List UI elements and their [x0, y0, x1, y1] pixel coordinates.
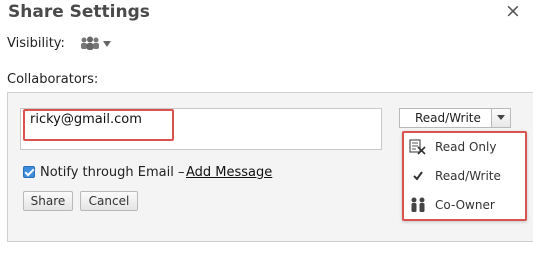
notify-checkbox[interactable] [23, 166, 35, 178]
collaborators-label: Collaborators: [7, 72, 99, 87]
menu-item-co-owner[interactable]: Co-Owner [404, 191, 525, 219]
share-button[interactable]: Share [23, 191, 73, 211]
co-owner-icon [411, 197, 425, 212]
dialog-title: Share Settings [8, 2, 150, 22]
visibility-label: Visibility: [7, 36, 65, 51]
visibility-dropdown[interactable] [79, 36, 117, 52]
chevron-down-icon [103, 41, 111, 47]
permission-selected-value: Read/Write [415, 111, 481, 125]
close-icon[interactable]: × [505, 2, 521, 21]
menu-item-label: Co-Owner [435, 198, 495, 212]
menu-item-label: Read/Write [435, 169, 501, 183]
permission-select[interactable]: Read/Write [399, 108, 511, 128]
chevron-down-icon [497, 115, 505, 120]
add-message-link[interactable]: Add Message [186, 165, 272, 180]
checkmark-icon [413, 171, 423, 181]
visibility-row: Visibility: [7, 36, 111, 51]
permission-dropdown-menu: Read Only Read/Write Co-Owner [402, 131, 527, 221]
menu-item-label: Read Only [435, 140, 497, 154]
permission-dropdown-button[interactable] [491, 109, 510, 127]
people-icon [81, 36, 99, 50]
menu-item-read-write[interactable]: Read/Write [404, 162, 525, 190]
notify-label: Notify through Email – [40, 165, 185, 180]
menu-item-read-only[interactable]: Read Only [404, 133, 525, 161]
email-highlight-frame [23, 109, 174, 141]
read-only-icon [409, 139, 426, 155]
cancel-button[interactable]: Cancel [80, 191, 138, 211]
